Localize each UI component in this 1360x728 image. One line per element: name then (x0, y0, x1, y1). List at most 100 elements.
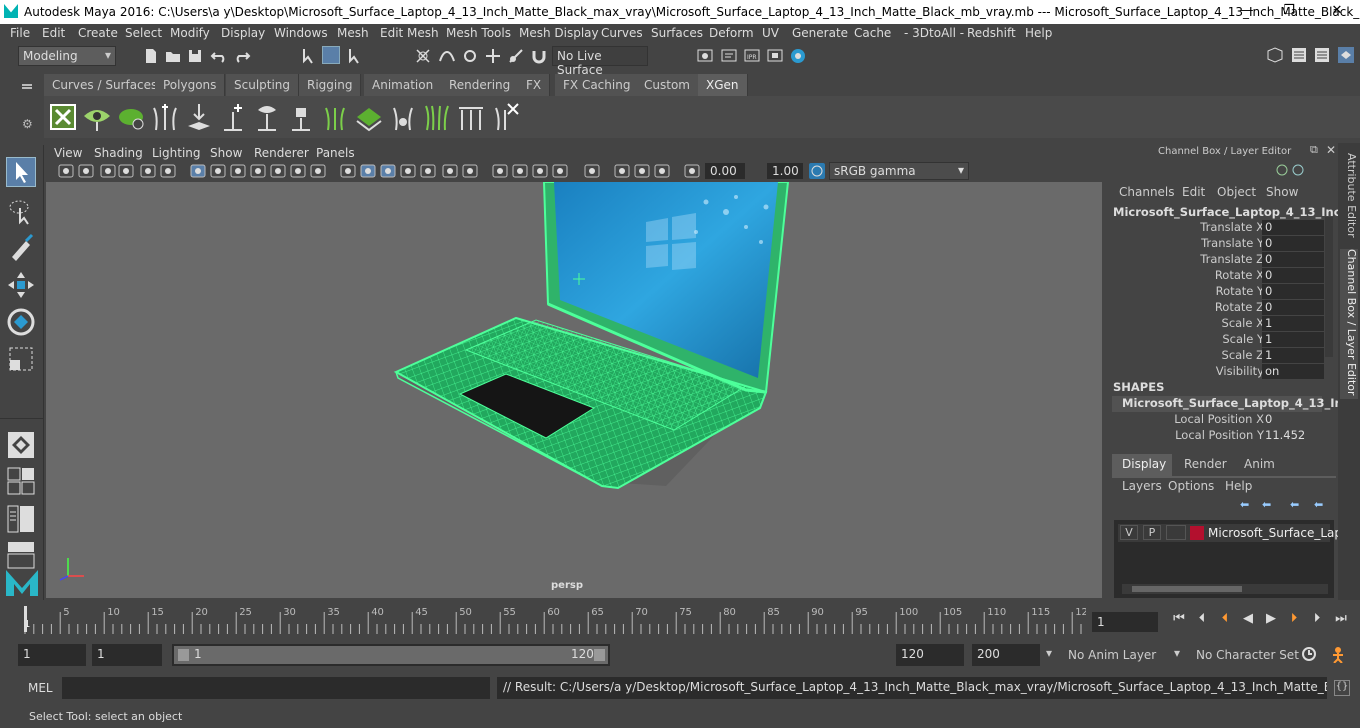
layer-playback-toggle[interactable]: P (1143, 525, 1161, 540)
ipr-render-icon[interactable]: IPR (743, 47, 761, 65)
anim-layer-dropdown[interactable]: No Anim Layer (1068, 648, 1156, 662)
textured-icon[interactable] (400, 163, 416, 179)
channel-box-toggle-icon[interactable] (1337, 46, 1355, 64)
select-tool-icon[interactable] (6, 157, 36, 187)
close-button[interactable]: ✕ (1322, 3, 1352, 18)
laptop-model[interactable] (46, 182, 1102, 598)
move-layer-down-icon[interactable]: ⬅ (1262, 498, 1271, 511)
move-layer-up-icon[interactable]: ⬅ (1240, 498, 1249, 511)
render-view-icon[interactable] (766, 47, 784, 65)
attr-value[interactable]: 1 (1262, 332, 1324, 347)
attr-value[interactable]: 1 (1262, 348, 1324, 363)
xgen-create-description-icon[interactable] (116, 102, 146, 132)
channels-menu[interactable]: Channels (1119, 185, 1175, 199)
channel-scrollbar[interactable] (1325, 217, 1333, 357)
grease-pencil-icon[interactable] (160, 163, 176, 179)
attr-value[interactable]: 0 (1262, 300, 1324, 315)
layer-tab-render[interactable]: Render (1184, 457, 1227, 471)
channel-edit-menu[interactable]: Edit (1182, 185, 1205, 199)
smooth-shade-icon[interactable] (360, 163, 376, 179)
shelf-tab-rigging[interactable]: Rigging (299, 74, 362, 96)
xgen-guide-visibility-icon[interactable] (252, 102, 282, 132)
select-hierarchy-icon[interactable] (300, 47, 318, 65)
viewport-menu-show[interactable]: Show (210, 146, 242, 160)
mode-dropdown[interactable]: Modeling ▾ (18, 46, 116, 66)
xgen-sculpt-guides-icon[interactable] (184, 102, 214, 132)
menu-mesh-display[interactable]: Mesh Display (519, 26, 599, 40)
attr-value[interactable]: 0 (1262, 220, 1324, 235)
xray-joints-icon[interactable] (614, 163, 630, 179)
lights-icon[interactable] (420, 163, 436, 179)
hypershade-icon[interactable] (789, 47, 807, 65)
render-settings-icon[interactable] (696, 47, 714, 65)
move-tool-icon[interactable] (6, 270, 36, 300)
lasso-tool-icon[interactable] (6, 196, 36, 226)
menu-redshift[interactable]: Redshift (967, 26, 1016, 40)
layer-tab-display[interactable]: Display (1112, 454, 1172, 476)
layer-visibility-toggle[interactable]: V (1120, 525, 1138, 540)
layer-name[interactable]: Microsoft_Surface_Lapto (1208, 526, 1354, 540)
motion-blur-icon[interactable] (492, 163, 508, 179)
shelf-menu-icon[interactable] (22, 84, 32, 86)
shelf-settings-icon[interactable]: ⚙ (22, 117, 33, 131)
shelf-tab-curves-surfaces[interactable]: Curves / Surfaces (44, 74, 167, 96)
channel-object-menu[interactable]: Object (1217, 185, 1256, 199)
menu-display[interactable]: Display (221, 26, 265, 40)
attr-value[interactable]: 0 (1262, 284, 1324, 299)
menu-file[interactable]: File (10, 26, 30, 40)
xgen-delete-guides-icon[interactable] (490, 102, 520, 132)
script-language-label[interactable]: MEL (28, 681, 53, 695)
xgen-groom-brush-icon[interactable] (422, 102, 452, 132)
xgen-window-icon[interactable] (48, 102, 78, 132)
scale-tool-icon[interactable] (6, 344, 36, 374)
grid-icon[interactable] (190, 163, 206, 179)
channel-show-menu[interactable]: Show (1266, 185, 1298, 199)
minimize-button[interactable]: — (1232, 3, 1262, 18)
play-forward-icon[interactable]: ▶ (1264, 612, 1278, 626)
shadows-icon[interactable] (442, 163, 458, 179)
menu-select[interactable]: Select (125, 26, 162, 40)
attr-value[interactable]: 0 (1262, 252, 1324, 267)
xgen-preview-icon[interactable] (82, 102, 112, 132)
menu-generate[interactable]: Generate (792, 26, 848, 40)
field-chart-icon[interactable] (270, 163, 286, 179)
attr-value[interactable]: on (1262, 364, 1324, 379)
xgen-paint-density-icon[interactable] (354, 102, 384, 132)
xgen-bake-guides-icon[interactable] (388, 102, 418, 132)
current-time-indicator[interactable] (24, 606, 27, 632)
xgen-guide-plus-icon[interactable] (218, 102, 248, 132)
viewport-menu-panels[interactable]: Panels (316, 146, 355, 160)
gate-mask-icon[interactable] (250, 163, 266, 179)
menu-curves[interactable]: Curves (601, 26, 643, 40)
menu-modify[interactable]: Modify (170, 26, 210, 40)
close-panel-icon[interactable]: ✕ (1326, 143, 1336, 157)
animation-start-field[interactable]: 1 (18, 644, 86, 666)
shape-name-row[interactable]: Microsoft_Surface_Laptop_4_13_Inc... (1112, 396, 1360, 412)
resolution-gate-icon[interactable] (230, 163, 246, 179)
xray-icon[interactable] (584, 163, 600, 179)
exposure-icon[interactable] (654, 163, 670, 179)
playback-start-field[interactable]: 1 (92, 644, 162, 666)
shelf-tab-rendering[interactable]: Rendering (441, 74, 520, 96)
shape-attr-value[interactable]: 0 (1262, 412, 1324, 427)
xgen-guide-flatten-icon[interactable] (456, 102, 486, 132)
layer-hscroll-thumb[interactable] (1132, 586, 1242, 592)
save-scene-icon[interactable] (186, 47, 204, 65)
menu-create[interactable]: Create (78, 26, 118, 40)
undo-icon[interactable] (210, 47, 228, 65)
step-back-frame-icon[interactable]: ⏴ (1218, 612, 1232, 626)
viewport-menu-lighting[interactable]: Lighting (152, 146, 201, 160)
ambient-occlusion-icon[interactable] (462, 163, 478, 179)
select-camera-icon[interactable] (58, 163, 74, 179)
snap-grid-icon[interactable] (414, 47, 432, 65)
select-object-icon[interactable] (322, 46, 340, 64)
wireframe-on-shaded-icon[interactable] (380, 163, 396, 179)
2d-pan-zoom-icon[interactable] (140, 163, 156, 179)
film-gate-icon[interactable] (210, 163, 226, 179)
go-to-end-icon[interactable]: ⏭ (1334, 612, 1348, 626)
outliner-layout-icon[interactable] (6, 504, 36, 534)
rotate-tool-icon[interactable] (6, 307, 36, 337)
shelf-tab-xgen[interactable]: XGen (698, 74, 748, 96)
shape-attr-value[interactable]: 11.452 (1262, 428, 1324, 443)
redo-icon[interactable] (233, 47, 251, 65)
